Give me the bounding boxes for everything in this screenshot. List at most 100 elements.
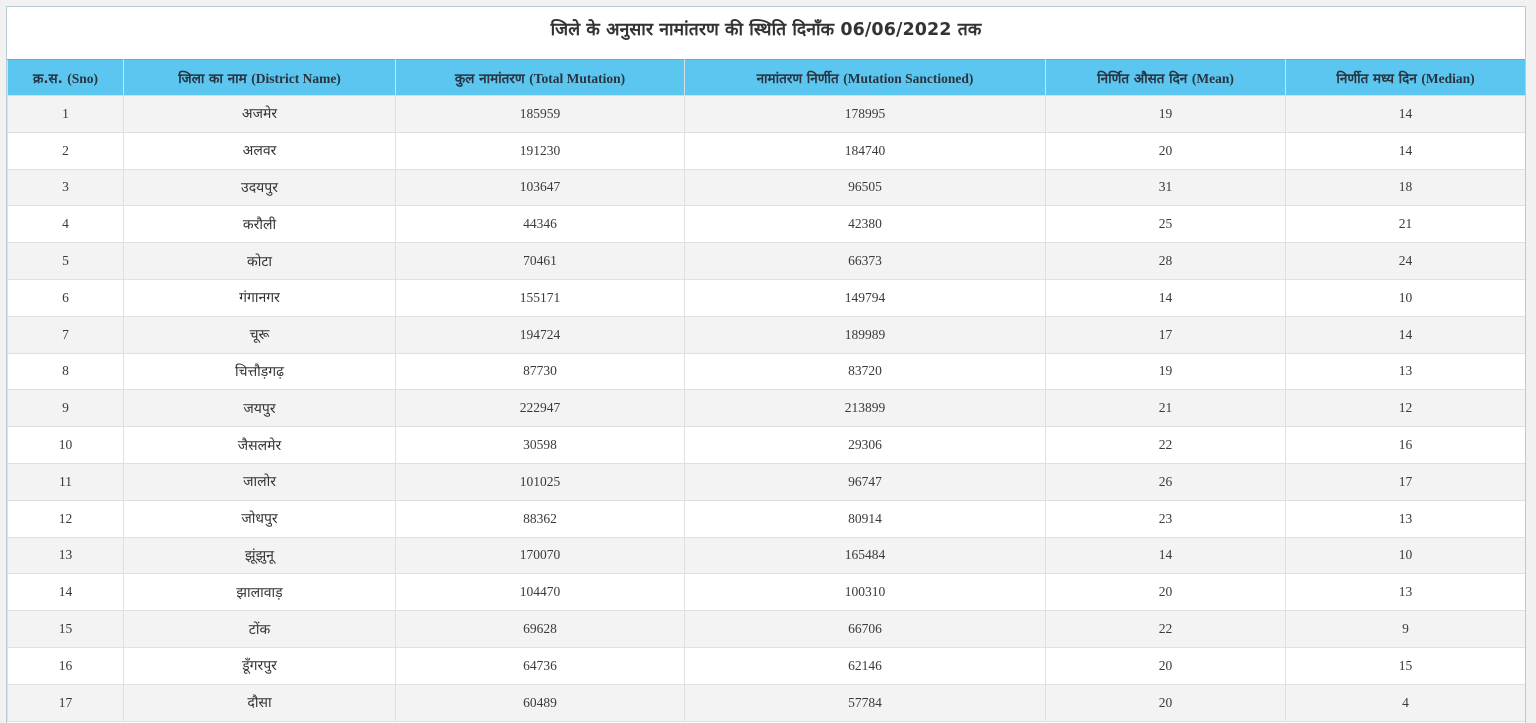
cell-mean-days: 20 [1045, 646, 1286, 685]
cell-sno: 2 [7, 131, 124, 170]
table-row: 14 झालावाड़ 104470 100310 20 13 [7, 573, 1525, 612]
cell-mutation-sanctioned: 57784 [684, 683, 1046, 722]
column-header-district[interactable]: जिला का नाम (District Name) [123, 59, 396, 96]
cell-median-days: 4 [1285, 683, 1525, 722]
cell-median-days: 13 [1285, 573, 1525, 612]
cell-median-days: 24 [1285, 242, 1525, 280]
cell-mean-days: 25 [1045, 205, 1286, 244]
cell-sno: 7 [7, 315, 124, 354]
cell-mutation-sanctioned: 189989 [684, 315, 1046, 354]
cell-mean-days: 19 [1045, 352, 1286, 391]
table-row: 4 करौली 44346 42380 25 21 [7, 205, 1525, 244]
cell-mutation-sanctioned: 184740 [684, 131, 1046, 170]
table-row: 8 चित्तौड़गढ़ 87730 83720 19 13 [7, 352, 1525, 391]
cell-median-days: 13 [1285, 352, 1525, 391]
cell-median-days: 15 [1285, 646, 1525, 685]
cell-sno: 13 [7, 536, 124, 575]
cell-mutation-sanctioned: 83720 [684, 352, 1046, 391]
cell-mutation-sanctioned: 66706 [684, 610, 1046, 648]
cell-mean-days: 20 [1045, 573, 1286, 612]
cell-district-name: चित्तौड़गढ़ [123, 352, 396, 391]
column-header-mutation-sanctioned[interactable]: नामांतरण निर्णीत (Mutation Sanctioned) [684, 59, 1046, 96]
table-row: 13 झूंझुनू 170070 165484 14 10 [7, 536, 1525, 575]
cell-median-days: 9 [1285, 610, 1525, 648]
mutation-status-panel: जिले के अनुसार नामांतरण की स्थिति दिनाँक… [6, 6, 1526, 723]
cell-mean-days: 17 [1045, 315, 1286, 354]
column-header-sno[interactable]: क्र.स. (Sno) [7, 59, 124, 96]
cell-district-name: टोंक [123, 610, 396, 648]
cell-total-mutation: 222947 [395, 389, 685, 428]
cell-district-name: कोटा [123, 242, 396, 280]
cell-median-days: 18 [1285, 168, 1525, 207]
page-title: जिले के अनुसार नामांतरण की स्थिति दिनाँक… [550, 20, 982, 40]
table-row: 12 जोधपुर 88362 80914 23 13 [7, 499, 1525, 538]
cell-mean-days: 21 [1045, 389, 1286, 428]
cell-total-mutation: 104470 [395, 573, 685, 612]
cell-sno: 17 [7, 683, 124, 722]
table-row: 3 उदयपुर 103647 96505 31 18 [7, 168, 1525, 207]
cell-median-days: 12 [1285, 389, 1525, 428]
cell-sno: 11 [7, 462, 124, 501]
cell-mutation-sanctioned: 149794 [684, 278, 1046, 317]
cell-district-name: करौली [123, 205, 396, 244]
cell-median-days: 17 [1285, 462, 1525, 501]
cell-mean-days: 28 [1045, 242, 1286, 280]
cell-mean-days: 26 [1045, 462, 1286, 501]
cell-median-days: 14 [1285, 315, 1525, 354]
cell-median-days: 14 [1285, 131, 1525, 170]
cell-district-name: उदयपुर [123, 168, 396, 207]
cell-mutation-sanctioned: 66373 [684, 242, 1046, 280]
cell-total-mutation: 69628 [395, 610, 685, 648]
table-header-row: क्र.स. (Sno) जिला का नाम (District Name)… [7, 59, 1525, 96]
cell-sno: 3 [7, 168, 124, 207]
cell-total-mutation: 194724 [395, 315, 685, 354]
cell-total-mutation: 191230 [395, 131, 685, 170]
cell-median-days: 13 [1285, 499, 1525, 538]
cell-median-days: 10 [1285, 536, 1525, 575]
column-header-median[interactable]: निर्णीत मध्य दिन (Median) [1285, 59, 1525, 96]
cell-mutation-sanctioned: 178995 [684, 95, 1046, 133]
cell-district-name: झालावाड़ [123, 573, 396, 612]
cell-mutation-sanctioned: 100310 [684, 573, 1046, 612]
cell-mutation-sanctioned: 96505 [684, 168, 1046, 207]
cell-total-mutation: 88362 [395, 499, 685, 538]
table-row: 11 जालोर 101025 96747 26 17 [7, 462, 1525, 501]
cell-district-name: जालोर [123, 462, 396, 501]
table-row: 1 अजमेर 185959 178995 19 14 [7, 95, 1525, 133]
cell-median-days: 21 [1285, 205, 1525, 244]
cell-district-name: अजमेर [123, 95, 396, 133]
cell-sno: 9 [7, 389, 124, 428]
cell-sno: 12 [7, 499, 124, 538]
table-row: 2 अलवर 191230 184740 20 14 [7, 131, 1525, 170]
cell-mutation-sanctioned: 29306 [684, 426, 1046, 464]
cell-mutation-sanctioned: 96747 [684, 462, 1046, 501]
cell-mutation-sanctioned: 42380 [684, 205, 1046, 244]
cell-median-days: 14 [1285, 95, 1525, 133]
table-body: 1 अजमेर 185959 178995 19 14 2 अलवर 191230 184740 2… [7, 95, 1525, 722]
table-row: 9 जयपुर 222947 213899 21 12 [7, 389, 1525, 428]
cell-total-mutation: 44346 [395, 205, 685, 244]
cell-district-name: जैसलमेर [123, 426, 396, 464]
cell-mean-days: 31 [1045, 168, 1286, 207]
cell-total-mutation: 87730 [395, 352, 685, 391]
cell-sno: 8 [7, 352, 124, 391]
cell-district-name: गंगानगर [123, 278, 396, 317]
cell-sno: 6 [7, 278, 124, 317]
cell-district-name: डूँगरपुर [123, 646, 396, 685]
cell-sno: 1 [7, 95, 124, 133]
cell-sno: 4 [7, 205, 124, 244]
cell-total-mutation: 103647 [395, 168, 685, 207]
cell-mean-days: 14 [1045, 278, 1286, 317]
cell-total-mutation: 30598 [395, 426, 685, 464]
cell-median-days: 16 [1285, 426, 1525, 464]
cell-district-name: जोधपुर [123, 499, 396, 538]
cell-district-name: झूंझुनू [123, 536, 396, 575]
cell-total-mutation: 101025 [395, 462, 685, 501]
cell-mean-days: 19 [1045, 95, 1286, 133]
table-row: 6 गंगानगर 155171 149794 14 10 [7, 278, 1525, 317]
cell-mutation-sanctioned: 213899 [684, 389, 1046, 428]
cell-sno: 5 [7, 242, 124, 280]
column-header-mean[interactable]: निर्णित औसत दिन (Mean) [1045, 59, 1286, 96]
column-header-total-mutation[interactable]: कुल नामांतरण (Total Mutation) [395, 59, 685, 96]
table-row: 15 टोंक 69628 66706 22 9 [7, 610, 1525, 648]
